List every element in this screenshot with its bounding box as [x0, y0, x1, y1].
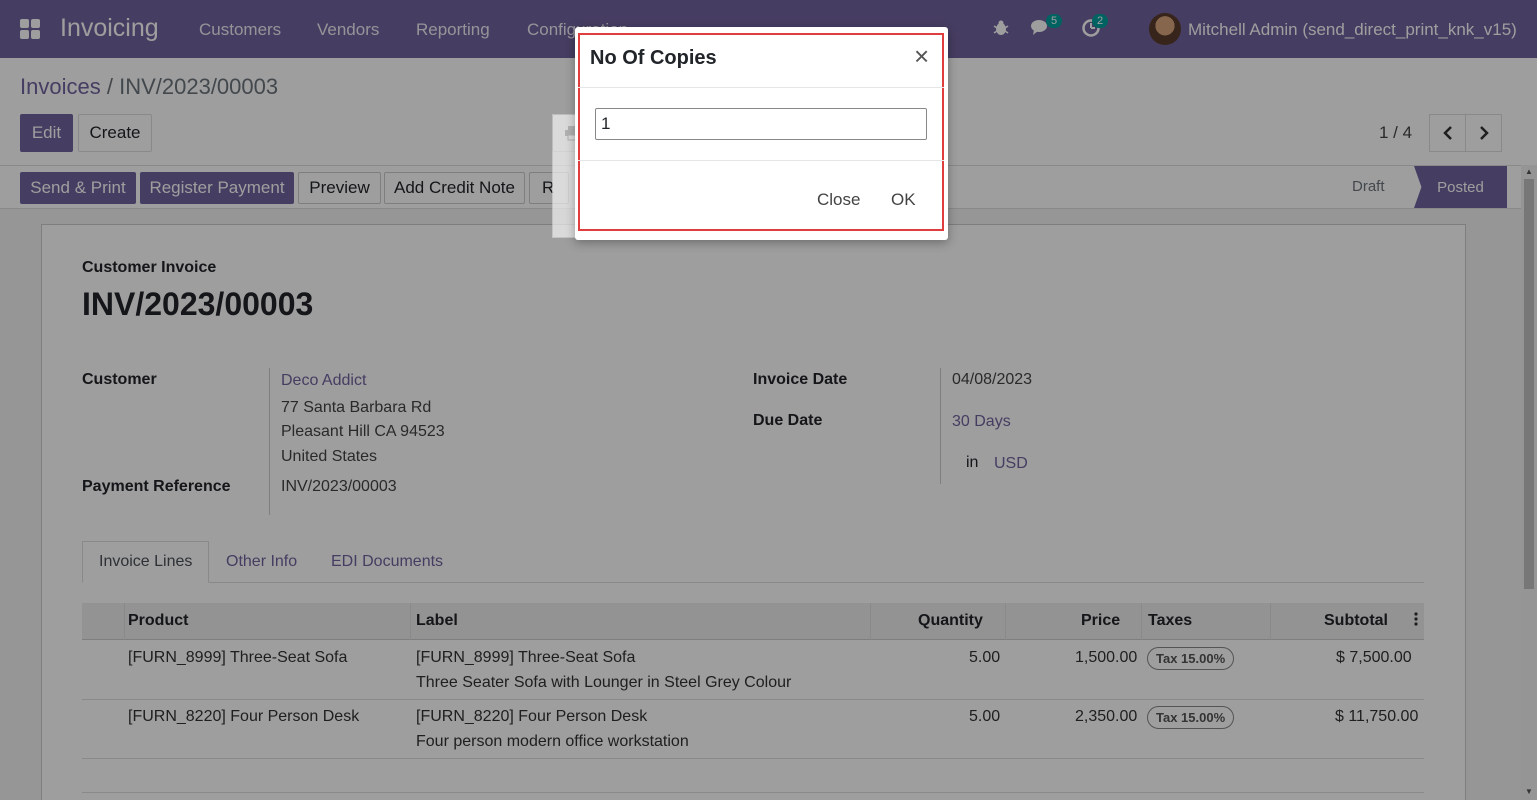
copies-input[interactable]	[595, 108, 927, 140]
dialog-close-button[interactable]: Close	[817, 190, 860, 210]
dialog-title: No Of Copies	[590, 47, 717, 69]
close-icon[interactable]: ×	[914, 41, 929, 72]
no-of-copies-dialog: No Of Copies × Close OK	[575, 27, 948, 240]
dialog-footer-divider	[578, 160, 944, 161]
dialog-header-divider	[578, 87, 944, 88]
dialog-ok-button[interactable]: OK	[891, 190, 916, 210]
